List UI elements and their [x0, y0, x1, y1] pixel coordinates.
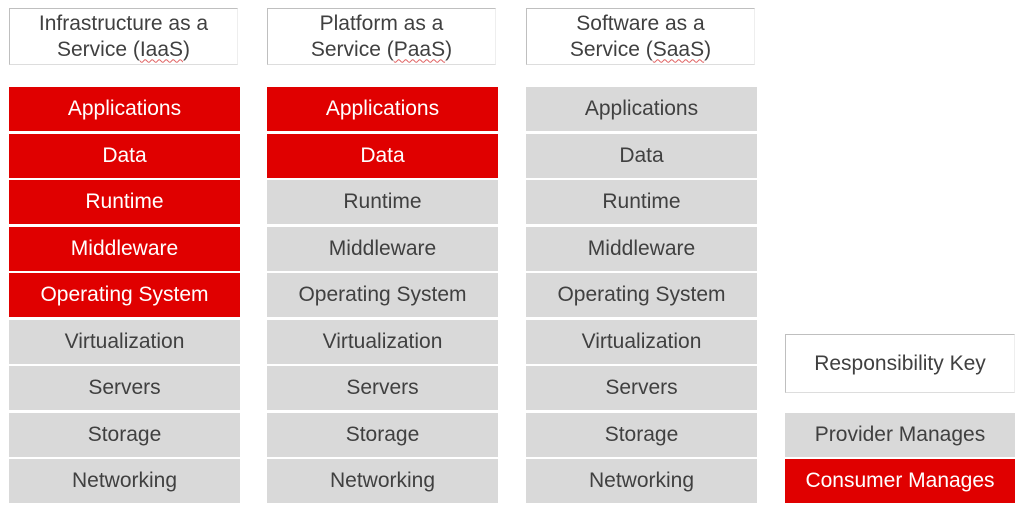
saas-layer-storage: Storage — [526, 413, 757, 457]
column-header-iaas: Infrastructure as a Service (IaaS) — [9, 8, 238, 65]
header-abbr: SaaS — [652, 37, 705, 61]
iaas-layer-virtualization: Virtualization — [9, 320, 240, 364]
saas-layer-operating-system: Operating System — [526, 273, 757, 317]
iaas-layer-runtime: Runtime — [9, 180, 240, 224]
header-line1: Software as a — [576, 11, 705, 35]
responsibility-key-title: Responsibility Key — [785, 334, 1015, 393]
header-line1: Infrastructure as a — [38, 11, 209, 35]
header-abbr: PaaS — [393, 37, 446, 61]
header-line2-post: ) — [445, 37, 453, 61]
header-line2-pre: Service ( — [56, 37, 140, 61]
saas-layer-applications: Applications — [526, 87, 757, 131]
header-line1: Platform as a — [319, 11, 444, 35]
header-abbr: IaaS — [139, 37, 184, 61]
iaas-layer-middleware: Middleware — [9, 227, 240, 271]
column-header-paas: Platform as a Service (PaaS) — [267, 8, 496, 65]
paas-layer-data: Data — [267, 134, 498, 178]
paas-layer-runtime: Runtime — [267, 180, 498, 224]
paas-layer-servers: Servers — [267, 366, 498, 410]
iaas-layer-operating-system: Operating System — [9, 273, 240, 317]
header-line2-pre: Service ( — [310, 37, 394, 61]
iaas-layer-networking: Networking — [9, 459, 240, 503]
iaas-layer-applications: Applications — [9, 87, 240, 131]
saas-layer-runtime: Runtime — [526, 180, 757, 224]
paas-layer-middleware: Middleware — [267, 227, 498, 271]
paas-layer-operating-system: Operating System — [267, 273, 498, 317]
column-header-saas: Software as a Service (SaaS) — [526, 8, 755, 65]
key-provider-manages: Provider Manages — [785, 413, 1015, 457]
paas-layer-applications: Applications — [267, 87, 498, 131]
header-line2-pre: Service ( — [569, 37, 653, 61]
header-line2-post: ) — [704, 37, 712, 61]
paas-layer-storage: Storage — [267, 413, 498, 457]
saas-layer-servers: Servers — [526, 366, 757, 410]
header-line2-post: ) — [183, 37, 191, 61]
paas-layer-networking: Networking — [267, 459, 498, 503]
iaas-layer-servers: Servers — [9, 366, 240, 410]
saas-layer-data: Data — [526, 134, 757, 178]
saas-layer-networking: Networking — [526, 459, 757, 503]
iaas-layer-data: Data — [9, 134, 240, 178]
key-consumer-manages: Consumer Manages — [785, 459, 1015, 503]
paas-layer-virtualization: Virtualization — [267, 320, 498, 364]
iaas-layer-storage: Storage — [9, 413, 240, 457]
saas-layer-middleware: Middleware — [526, 227, 757, 271]
saas-layer-virtualization: Virtualization — [526, 320, 757, 364]
